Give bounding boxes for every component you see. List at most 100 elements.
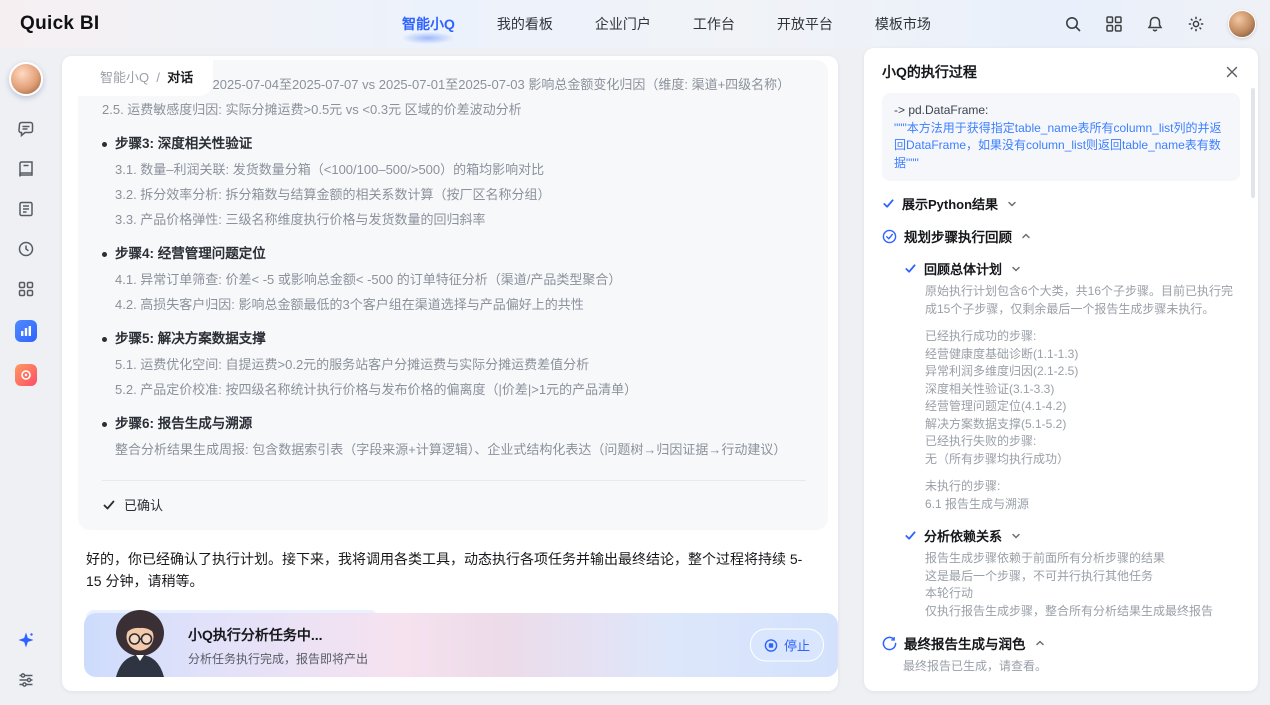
chat-card: 智能小Q / 对话 2.4. 渠道核心异常: 2025-07-04至2025-0…	[62, 56, 838, 691]
success-step: 解决方案数据支撑(5.1-5.2)	[925, 416, 1240, 434]
plan-step-6: 步骤6: 报告生成与溯源 整合分析结果生成周报: 包含数据索引表（字段来源+计算…	[102, 411, 806, 462]
overall-plan-label: 回顾总体计划	[924, 259, 1002, 278]
app-tile-blue-icon[interactable]	[15, 320, 37, 342]
app-tile-orange-icon[interactable]	[15, 364, 37, 386]
stop-label: 停止	[784, 636, 810, 655]
nav-item-template-market[interactable]: 模板市场	[875, 14, 931, 34]
chevron-down-icon	[1011, 531, 1021, 541]
panel-scrollbar-thumb[interactable]	[1251, 88, 1255, 198]
success-steps-label: 已经执行成功的步骤:	[925, 328, 1240, 346]
plan-summary: 原始执行计划包含6个大类，共16个子步骤。目前已执行完成15个子步骤，仅剩余最后…	[925, 283, 1240, 318]
plan-item: 5.1. 运费优化空间: 自提运费>0.2元的服务站客户分摊运费与实际分摊运费差…	[115, 352, 806, 377]
chevron-up-icon	[1035, 638, 1045, 648]
circle-check-icon	[882, 229, 897, 244]
filter-sliders-icon[interactable]	[17, 671, 35, 689]
overall-plan-toggle[interactable]: 回顾总体计划	[904, 259, 1240, 278]
apps-icon[interactable]	[17, 280, 35, 298]
stop-icon	[764, 638, 778, 652]
report-book-icon[interactable]	[17, 160, 35, 178]
plan-item: 4.1. 异常订单筛查: 价差< -5 或影响总金额< -500 的订单特征分析…	[115, 267, 806, 292]
success-step: 经营管理问题定位(4.1-4.2)	[925, 398, 1240, 416]
bullet-dot	[102, 422, 107, 427]
chat-icon[interactable]	[17, 120, 35, 138]
dependency-detail: 报告生成步骤依赖于前面所有分析步骤的结果 这是最后一个步骤，不可并行执行其他任务…	[904, 550, 1240, 620]
check-icon	[102, 498, 116, 512]
settings-gear-icon[interactable]	[1187, 15, 1205, 33]
check-icon	[904, 529, 917, 542]
step-title: 步骤6: 报告生成与溯源	[115, 411, 252, 437]
chevron-up-icon	[1021, 231, 1031, 241]
plan-item: 3.2. 拆分效率分析: 拆分箱数与结算金额的相关系数计算（按厂区名称分组）	[115, 182, 806, 207]
final-report-status: 最终报告已生成，请查看。	[882, 658, 1240, 676]
nav-item-smart-q[interactable]: 智能小Q	[402, 14, 455, 34]
plan-item: 2.5. 运费敏感度归因: 实际分摊运费>0.5元 vs <0.3元 区域的价差…	[102, 97, 806, 122]
plan-step-3: 步骤3: 深度相关性验证 3.1. 数量–利润关联: 发货数量分箱（<100/1…	[102, 131, 806, 232]
assistant-figure	[100, 601, 180, 677]
history-gauge-icon[interactable]	[17, 240, 35, 258]
nav-item-my-dashboards[interactable]: 我的看板	[497, 14, 553, 34]
primary-nav: 智能小Q 我的看板 企业门户 工作台 开放平台 模板市场	[402, 0, 931, 48]
dependency-toggle[interactable]: 分析依赖关系	[904, 526, 1240, 545]
nav-item-workspace[interactable]: 工作台	[693, 14, 735, 34]
plan-item: 3.1. 数量–利润关联: 发货数量分箱（<100/100–500/>500）的…	[115, 157, 806, 182]
breadcrumb-current: 对话	[167, 70, 193, 85]
stop-button[interactable]: 停止	[750, 629, 824, 662]
breadcrumb-root[interactable]: 智能小Q	[100, 70, 149, 85]
failed-step: 无（所有步骤均执行成功）	[925, 451, 1240, 469]
execution-panel: 小Q的执行过程 -> pd.DataFrame: """本方法用于获得指定tab…	[864, 48, 1258, 691]
pending-step: 6.1 报告生成与溯源	[925, 496, 1240, 514]
plan-item: 3.3. 产品价格弹性: 三级名称维度执行价格与发货数量的回归斜率	[115, 207, 806, 232]
final-report-label: 最终报告生成与润色	[904, 633, 1026, 653]
step-title: 步骤4: 经营管理问题定位	[115, 241, 266, 267]
bullet-dot	[102, 252, 107, 257]
dependency-line: 仅执行报告生成步骤，整合所有分析结果生成最终报告	[925, 603, 1240, 621]
final-report-toggle[interactable]: 最终报告生成与润色	[882, 633, 1240, 653]
pending-steps-label: 未执行的步骤:	[925, 478, 1240, 496]
execution-panel-title: 小Q的执行过程	[882, 62, 977, 82]
plan-review-section-toggle[interactable]: 规划步骤执行回顾	[882, 226, 1240, 246]
nav-item-open-platform[interactable]: 开放平台	[777, 14, 833, 34]
plan-step-5: 步骤5: 解决方案数据支撑 5.1. 运费优化空间: 自提运费>0.2元的服务站…	[102, 326, 806, 402]
bullet-dot	[102, 142, 107, 147]
dependency-line: 这是最后一个步骤，不可并行执行其他任务	[925, 568, 1240, 586]
assistant-reply-text: 好的，你已经确认了执行计划。接下来，我将调用各类工具，动态执行各项任务并输出最终…	[86, 548, 812, 593]
close-icon[interactable]	[1224, 64, 1240, 80]
plan-item: 4.2. 高损失客户归因: 影响总金额最低的3个客户组在渠道选择与产品偏好上的共…	[115, 292, 806, 317]
code-docstring: """本方法用于获得指定table_name表所有column_list列的并返…	[894, 120, 1228, 173]
dependency-line: 本轮行动	[925, 585, 1240, 603]
user-avatar[interactable]	[1228, 10, 1256, 38]
chevron-down-icon	[1011, 264, 1021, 274]
ai-sparkle-icon[interactable]	[17, 631, 35, 649]
show-python-result-toggle[interactable]: 展示Python结果	[882, 194, 1240, 213]
plan-item: 整合分析结果生成周报: 包含数据索引表（字段来源+计算逻辑）、企业式结构化表达（…	[115, 437, 806, 462]
step-title: 步骤3: 深度相关性验证	[115, 131, 252, 157]
notifications-bell-icon[interactable]	[1146, 15, 1164, 33]
show-python-result-label: 展示Python结果	[902, 194, 998, 213]
task-status-banner: 小Q执行分析任务中... 分析任务执行完成，报告即将产出 停止	[84, 613, 838, 677]
bullet-dot	[102, 337, 107, 342]
apps-grid-icon[interactable]	[1105, 15, 1123, 33]
plan-message-bubble: 2.4. 渠道核心异常: 2025-07-04至2025-07-07 vs 20…	[78, 60, 828, 530]
success-step: 异常利润多维度归因(2.1-2.5)	[925, 363, 1240, 381]
check-icon	[882, 197, 895, 210]
task-banner-subtitle: 分析任务执行完成，报告即将产出	[188, 650, 368, 667]
success-step: 深度相关性验证(3.1-3.3)	[925, 381, 1240, 399]
top-navbar: Quick BI 智能小Q 我的看板 企业门户 工作台 开放平台 模板市场	[0, 0, 1270, 48]
plan-step-4: 步骤4: 经营管理问题定位 4.1. 异常订单筛查: 价差< -5 或影响总金额…	[102, 241, 806, 317]
divider	[102, 480, 806, 481]
confirmed-label: 已确认	[124, 495, 163, 514]
assistant-avatar[interactable]	[9, 62, 43, 96]
nav-item-enterprise-portal[interactable]: 企业门户	[595, 14, 651, 34]
confirmed-status: 已确认	[102, 495, 806, 514]
code-head: -> pd.DataFrame:	[894, 102, 1228, 120]
failed-steps-label: 已经执行失败的步骤:	[925, 433, 1240, 451]
breadcrumb: 智能小Q / 对话	[62, 56, 213, 96]
document-edit-icon[interactable]	[17, 200, 35, 218]
task-banner-title: 小Q执行分析任务中...	[188, 625, 368, 645]
python-code-block: -> pd.DataFrame: """本方法用于获得指定table_name表…	[882, 93, 1240, 181]
left-rail	[0, 48, 52, 705]
chevron-down-icon	[1007, 199, 1017, 209]
plan-item: 5.2. 产品定价校准: 按四级名称统计执行价格与发布价格的偏离度（|价差|>1…	[115, 377, 806, 402]
search-icon[interactable]	[1064, 15, 1082, 33]
step-title: 步骤5: 解决方案数据支撑	[115, 326, 266, 352]
